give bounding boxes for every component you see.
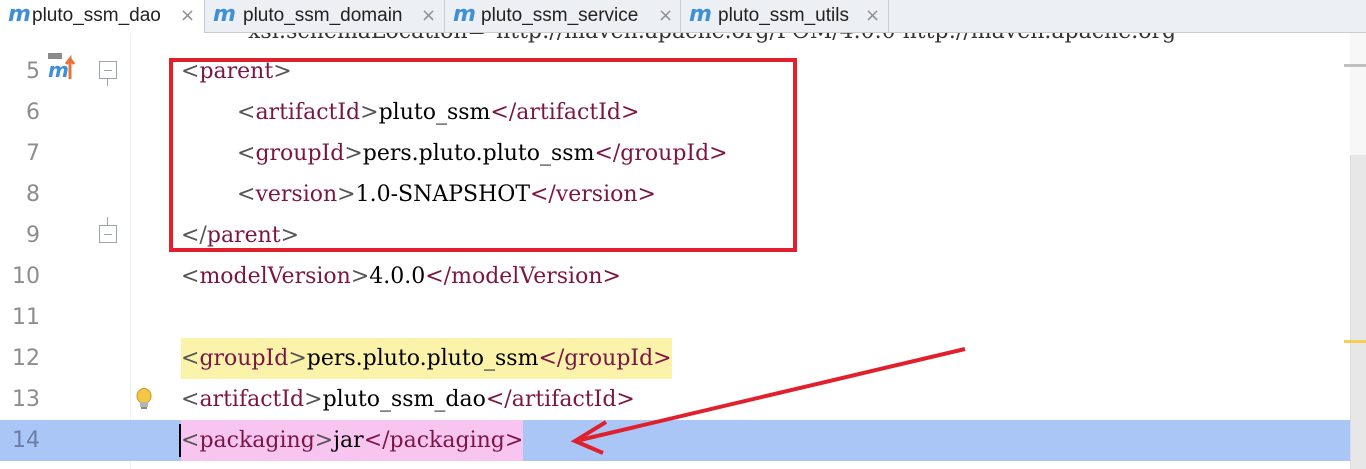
code-text: <packaging>jar</packaging>: [181, 420, 524, 461]
tag-bracket: <: [181, 59, 200, 84]
tag-value: pers.pluto.pluto_ssm: [362, 141, 595, 166]
tab-pluto-ssm-service[interactable]: m pluto_ssm_service ×: [445, 0, 681, 32]
code-line-9[interactable]: 9 </parent>: [0, 215, 1350, 256]
tag-name: parent: [206, 223, 281, 248]
close-icon[interactable]: ×: [180, 0, 195, 32]
tag-bracket: >: [304, 387, 323, 412]
tab-pluto-ssm-utils[interactable]: m pluto_ssm_utils ×: [681, 0, 889, 32]
code-text: <parent>: [181, 51, 292, 92]
tag-bracket: >: [280, 223, 300, 248]
code-line-7[interactable]: 7 <groupId>pers.pluto.pluto_ssm</groupId…: [0, 133, 1350, 174]
tag-value: pers.pluto.pluto_ssm: [306, 346, 539, 371]
editor-tab-bar: m pluto_ssm_dao × m pluto_ssm_domain × m…: [0, 0, 1366, 33]
code-line-8[interactable]: 8 <version>1.0-SNAPSHOT</version>: [0, 174, 1350, 215]
tag-bracket: >: [273, 59, 292, 84]
scrollbar-marker: [1344, 64, 1366, 67]
tag-bracket: >: [344, 141, 363, 166]
tag-bracket: >: [337, 182, 356, 207]
code-line-11[interactable]: 11: [0, 297, 1350, 338]
code-text: <version>1.0-SNAPSHOT</version>: [237, 174, 656, 215]
tag-bracket: <: [237, 141, 256, 166]
closing-tag: </groupId>: [538, 346, 672, 371]
tab-label: pluto_ssm_utils: [718, 5, 849, 26]
code-text: <modelVersion>4.0.0</modelVersion>: [181, 256, 621, 297]
scrollbar-thumb[interactable]: [1350, 155, 1366, 469]
line-number: 11: [12, 305, 40, 330]
closing-tag: </artifactId>: [485, 387, 635, 412]
line-number: 8: [26, 182, 40, 207]
tab-label: pluto_ssm_domain: [243, 5, 403, 26]
tag-value: pluto_ssm_dao: [322, 387, 486, 412]
tag-name: groupId: [199, 346, 289, 371]
tag-bracket: <: [237, 182, 256, 207]
code-editor[interactable]: xsi:schemaLocation="http://maven.apache.…: [0, 33, 1366, 469]
tag-bracket: <: [181, 346, 200, 371]
line-number: 14: [12, 428, 40, 453]
tag-bracket: >: [314, 428, 334, 453]
line-number: 6: [26, 100, 40, 125]
tab-label: pluto_ssm_service: [481, 5, 639, 26]
tag-value: jar: [333, 428, 364, 453]
fold-marker-stem: [107, 217, 108, 225]
code-line-6[interactable]: 6 <artifactId>pluto_ssm</artifactId>: [0, 92, 1350, 133]
scrollbar-marker: [1344, 340, 1366, 343]
close-icon[interactable]: ×: [865, 0, 880, 32]
tag-bracket: <: [181, 428, 200, 453]
tag-name: version: [255, 182, 338, 207]
closing-tag: </modelVersion>: [425, 264, 621, 289]
tag-bracket: <: [237, 100, 256, 125]
line-number: 13: [12, 387, 40, 412]
tag-value: 4.0.0: [369, 264, 426, 289]
tag-name: packaging: [199, 428, 315, 453]
code-text: <groupId>pers.pluto.pluto_ssm</groupId>: [237, 133, 728, 174]
code-text: </parent>: [181, 215, 299, 256]
line-number: 5: [26, 59, 40, 84]
line-number: 12: [12, 346, 40, 371]
maven-module-icon[interactable]: m: [48, 51, 78, 81]
line-number: 9: [26, 223, 40, 248]
tag-bracket: >: [288, 346, 307, 371]
fold-marker-icon[interactable]: [99, 225, 117, 243]
code-text: <artifactId>pluto_ssm_dao</artifactId>: [181, 379, 635, 420]
tag-value: 1.0-SNAPSHOT: [355, 182, 530, 207]
tag-name: artifactId: [255, 100, 361, 125]
fold-marker-stem: [107, 78, 108, 86]
fold-marker-icon[interactable]: [99, 61, 117, 79]
close-icon[interactable]: ×: [658, 0, 673, 32]
code-line-13[interactable]: 13 <artifactId>pluto_ssm_dao</artifactId…: [0, 379, 1350, 420]
closing-tag: </groupId>: [594, 141, 728, 166]
closing-tag: </artifactId>: [490, 100, 640, 125]
tab-pluto-ssm-dao[interactable]: m pluto_ssm_dao ×: [0, 0, 205, 33]
tag-value: pluto_ssm: [378, 100, 491, 125]
line-number: 10: [12, 264, 40, 289]
line-number: 7: [26, 141, 40, 166]
tag-name: parent: [199, 59, 274, 84]
code-line-10[interactable]: 10 <modelVersion>4.0.0</modelVersion>: [0, 256, 1350, 297]
closing-tag: </packaging>: [363, 428, 524, 453]
tag-name: groupId: [255, 141, 345, 166]
maven-icon: m: [8, 2, 31, 27]
partial-code-line: xsi:schemaLocation="http://maven.apache.…: [248, 33, 1176, 52]
maven-icon: m: [689, 2, 712, 27]
tag-bracket: </: [181, 223, 207, 248]
close-icon[interactable]: ×: [421, 0, 436, 32]
tag-bracket: >: [360, 100, 379, 125]
svg-text:m: m: [48, 58, 69, 81]
tag-name: artifactId: [199, 387, 305, 412]
tag-name: modelVersion: [199, 264, 351, 289]
maven-icon: m: [453, 2, 476, 27]
code-line-14[interactable]: 14 <packaging>jar</packaging>: [0, 420, 1350, 461]
code-text: <groupId>pers.pluto.pluto_ssm</groupId>: [181, 338, 672, 379]
code-text: <artifactId>pluto_ssm</artifactId>: [237, 92, 639, 133]
code-line-12[interactable]: 12 <groupId>pers.pluto.pluto_ssm</groupI…: [0, 338, 1350, 379]
lightbulb-icon[interactable]: [134, 387, 154, 411]
maven-icon: m: [213, 2, 236, 27]
tag-bracket: >: [350, 264, 370, 289]
code-line-5[interactable]: 5 <parent>: [0, 51, 1350, 92]
tab-label: pluto_ssm_dao: [32, 5, 161, 26]
tag-bracket: <: [181, 387, 200, 412]
tab-pluto-ssm-domain[interactable]: m pluto_ssm_domain ×: [205, 0, 445, 32]
closing-tag: </version>: [530, 182, 656, 207]
tag-bracket: <: [181, 264, 200, 289]
